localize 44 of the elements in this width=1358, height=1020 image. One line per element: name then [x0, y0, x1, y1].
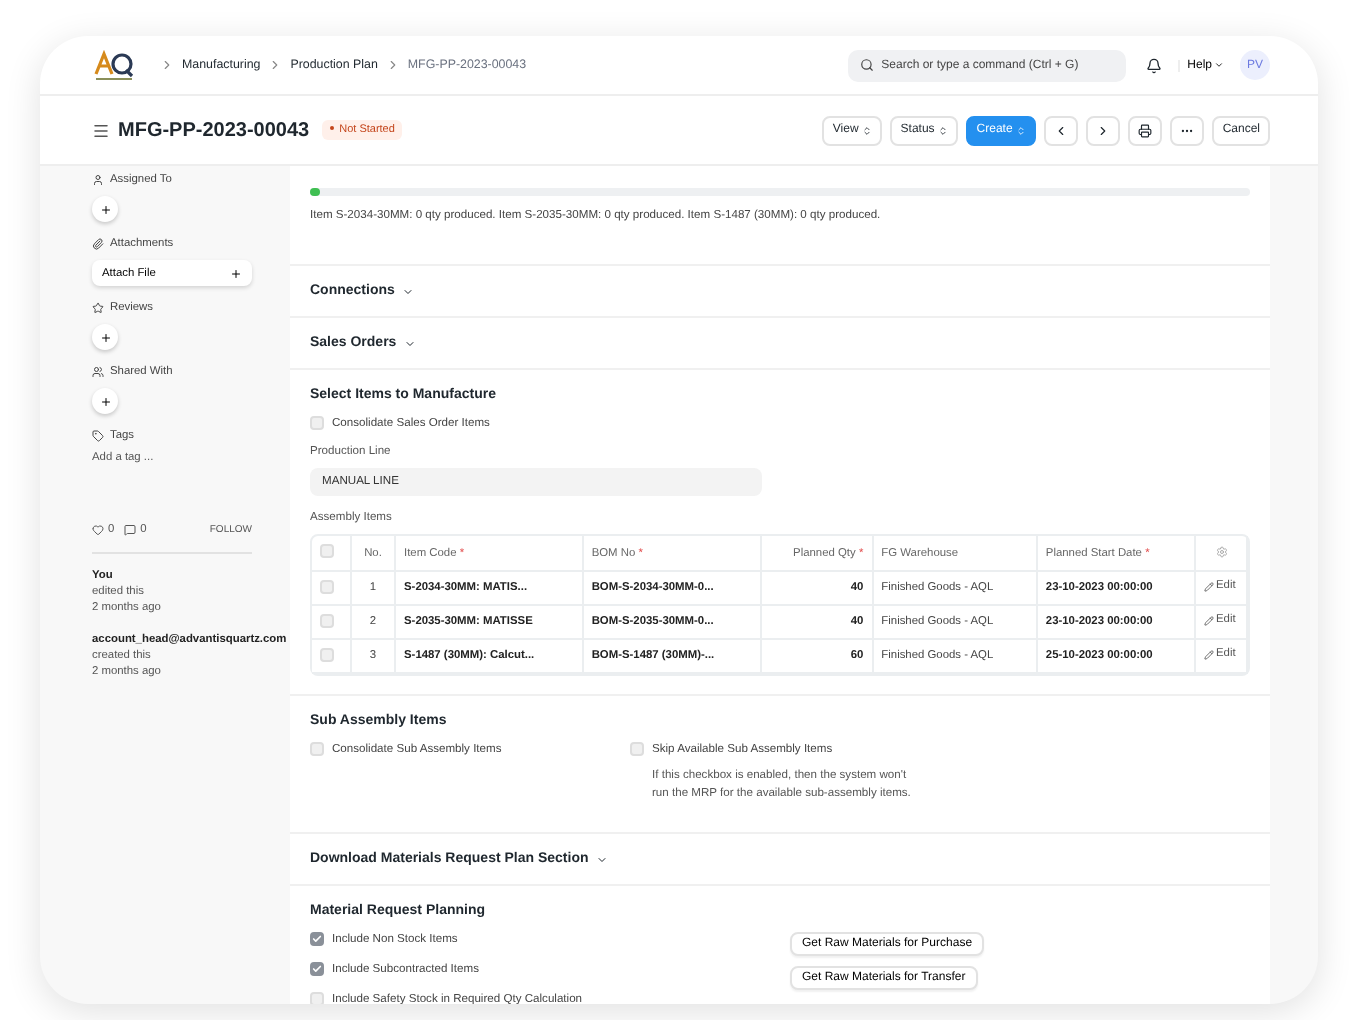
row-checkbox[interactable]: [320, 647, 334, 661]
comment-icon[interactable]: [124, 524, 137, 536]
row-checkbox[interactable]: [320, 613, 334, 627]
caret-icon: [862, 125, 873, 135]
plus-icon: [99, 395, 111, 407]
search-icon: [859, 58, 874, 72]
row-checkbox[interactable]: [320, 579, 334, 593]
plus-icon: [99, 203, 111, 215]
plus-icon: [230, 267, 242, 279]
checkbox[interactable]: [310, 932, 324, 947]
logo-icon[interactable]: [92, 49, 136, 81]
paperclip-icon: [92, 238, 104, 250]
user-icon: [92, 174, 104, 186]
checkbox[interactable]: [310, 962, 324, 977]
menu-icon[interactable]: [92, 121, 110, 139]
add-button[interactable]: [92, 196, 118, 222]
printer-icon: [1138, 123, 1153, 137]
add-button[interactable]: [92, 388, 118, 414]
chevron-right-icon: [268, 58, 283, 72]
chevron-down-icon: [402, 285, 415, 297]
add-button[interactable]: [92, 324, 118, 350]
pencil-icon: [1204, 649, 1214, 660]
settings-icon[interactable]: [1215, 545, 1227, 557]
star-icon: [92, 302, 104, 314]
print-button[interactable]: [1128, 115, 1163, 145]
caret-icon: [938, 125, 949, 135]
users-icon: [92, 366, 104, 378]
pencil-icon: [1204, 581, 1214, 592]
tag-icon: [92, 430, 104, 442]
notification-bell-icon[interactable]: [1145, 57, 1162, 73]
caret-icon: [1016, 125, 1027, 135]
previous-button[interactable]: [1044, 115, 1079, 145]
heart-icon[interactable]: [92, 524, 104, 536]
chevron-right-icon: [160, 58, 174, 72]
page-title: MFG-PP-2023-00043: [118, 119, 310, 141]
plus-icon: [99, 331, 111, 343]
chevron-left-icon: [1054, 123, 1069, 137]
chevron-down-icon: [404, 337, 417, 349]
chevron-right-icon: [385, 58, 400, 72]
chevron-down-icon: [596, 853, 609, 866]
chevron-right-icon: [1096, 123, 1111, 137]
pencil-icon: [1204, 615, 1214, 626]
caret-icon: [1214, 60, 1224, 70]
status-dot-icon: [329, 126, 334, 131]
